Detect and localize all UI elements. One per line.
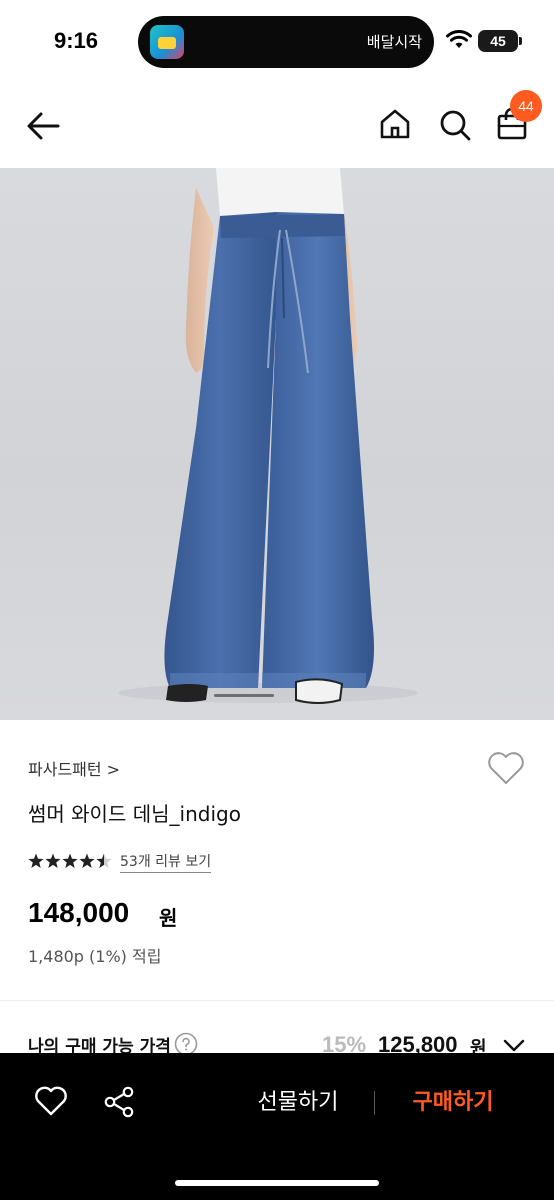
gift-button[interactable]: 선물하기 bbox=[240, 1083, 356, 1123]
home-icon[interactable] bbox=[377, 106, 413, 142]
review-link[interactable]: 53개 리뷰 보기 bbox=[120, 851, 212, 873]
star-icon bbox=[45, 853, 61, 868]
button-separator bbox=[374, 1091, 375, 1115]
price-unit: 원 bbox=[159, 906, 178, 930]
island-status-text: 배달시작 bbox=[366, 33, 422, 51]
product-title: 썸머 와이드 데님_indigo bbox=[28, 802, 241, 826]
section-divider bbox=[0, 1000, 554, 1001]
product-image[interactable] bbox=[0, 168, 554, 720]
heart-icon[interactable] bbox=[34, 1085, 68, 1117]
star-icon bbox=[62, 853, 78, 868]
buy-button[interactable]: 구매하기 bbox=[396, 1083, 510, 1123]
product-photo-illustration bbox=[118, 168, 418, 704]
brand-link[interactable]: 파사드패턴 > bbox=[28, 756, 120, 780]
battery-indicator: 45 bbox=[478, 30, 518, 52]
heart-icon[interactable] bbox=[486, 750, 526, 786]
search-icon[interactable] bbox=[436, 106, 474, 144]
top-navigation bbox=[0, 84, 554, 168]
star-icon bbox=[79, 853, 95, 868]
delivery-app-icon bbox=[150, 25, 184, 59]
battery-cap bbox=[519, 37, 522, 45]
product-price: 148,000 bbox=[28, 897, 130, 928]
bottom-action-bar: 선물하기 구매하기 bbox=[0, 1053, 554, 1200]
star-rating bbox=[28, 853, 112, 868]
status-time: 9:16 bbox=[54, 28, 99, 53]
arrow-left-icon[interactable] bbox=[24, 106, 64, 146]
star-icon bbox=[96, 853, 112, 868]
status-bar: 9:16 배달시작 45 bbox=[0, 0, 554, 84]
reward-points: 1,480p (1%) 적립 bbox=[28, 947, 162, 966]
wifi-icon bbox=[446, 30, 472, 48]
dynamic-island[interactable]: 배달시작 bbox=[138, 16, 434, 68]
cart-count-badge: 44 bbox=[510, 90, 542, 122]
home-indicator bbox=[175, 1180, 379, 1186]
star-icon bbox=[28, 853, 44, 868]
share-icon[interactable] bbox=[102, 1085, 136, 1119]
